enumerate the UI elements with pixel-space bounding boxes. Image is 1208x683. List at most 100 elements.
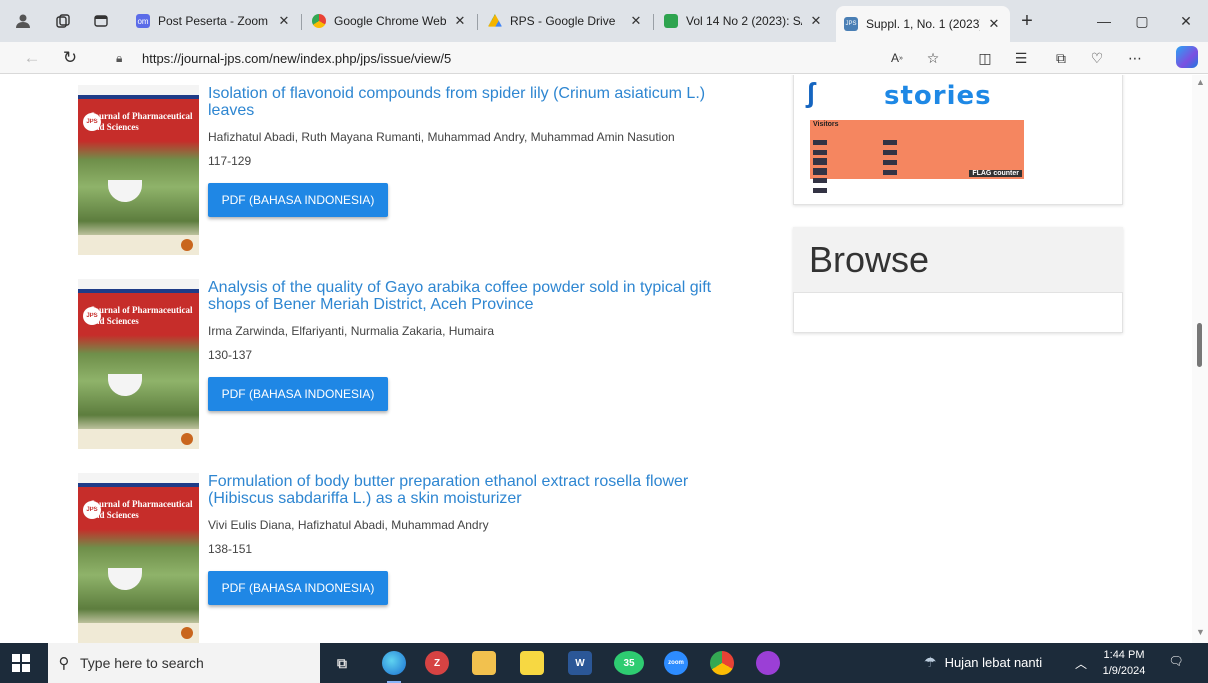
scroll-thumb[interactable] [1197,323,1202,367]
chevron-up-icon[interactable]: ︿ [1075,655,1087,672]
workspaces-icon[interactable] [52,10,74,32]
pdf-download-button[interactable]: PDF (BAHASA INDONESIA) [208,571,388,605]
wps-office-icon[interactable] [756,651,780,675]
tab-chrome-web-store[interactable]: Google Chrome Web Sto ✕ [304,6,476,36]
profile-icon[interactable] [12,10,34,32]
collections-icon[interactable]: ⧉ [1050,48,1072,68]
journal-stories-logo[interactable]: ʃ stories [806,75,1006,119]
windows-taskbar: ⚲ Type here to search ⧉ Z W 35 zoom ☂ Hu… [0,643,1208,683]
article-authors: Irma Zarwinda, Elfariyanti, Nurmalia Zak… [208,324,495,338]
restore-button[interactable]: ▢ [1130,10,1154,32]
close-tab-icon[interactable]: ✕ [986,16,1002,32]
journal-favicon-icon [664,14,678,28]
scroll-up-arrow-icon[interactable]: ▲ [1196,77,1205,87]
file-explorer-icon[interactable] [472,651,496,675]
pdf-download-button[interactable]: PDF (BAHASA INDONESIA) [208,183,388,217]
browse-header: Browse [793,227,1123,293]
back-button[interactable]: ← [20,47,44,69]
cover-journal-title: Journal of Pharmaceutical and Sciences [90,305,193,326]
article-item: JPS Journal of Pharmaceutical and Scienc… [78,279,758,459]
notification-icon[interactable]: 🗨︎ [1168,654,1184,670]
reload-button[interactable]: ↻ [58,47,82,69]
tab-title: Suppl. 1, No. 1 (2023) | [866,17,980,31]
flag-counter-widget[interactable]: Visitors FLAG counter [810,120,1024,193]
cover-journal-title: Journal of Pharmaceutical and Sciences [90,499,193,520]
search-icon: ⚲ [58,655,70,672]
read-aloud-icon[interactable]: A» [886,48,908,68]
split-screen-icon[interactable]: ◫ [974,48,996,68]
journal-cover-image[interactable]: JPS Journal of Pharmaceutical and Scienc… [78,279,199,449]
chrome-favicon-icon [312,14,326,28]
tab-title: Post Peserta - Zoom [158,14,269,28]
tab-zoom[interactable]: om Post Peserta - Zoom ✕ [128,6,300,36]
stories-logo-word: stories [884,81,992,111]
article-pages: 130-137 [208,348,253,362]
jps-favicon-icon: JPS [844,17,858,31]
journal-cover-image[interactable]: JPS Journal of Pharmaceutical and Scienc… [78,473,199,643]
article-item: JPS Journal of Pharmaceutical and Scienc… [78,473,758,643]
article-authors: Hafizhatul Abadi, Ruth Mayana Rumanti, M… [208,130,675,144]
article-title-link[interactable]: Isolation of flavonoid compounds from sp… [208,85,748,119]
flag-counter-header: Visitors [813,121,839,128]
close-tab-icon[interactable]: ✕ [452,13,468,29]
taskbar-search-box[interactable]: ⚲ Type here to search [48,643,320,683]
stories-hook-icon: ʃ [806,77,816,108]
tab-google-drive[interactable]: RPS - Google Drive ✕ [480,6,652,36]
tab-actions-icon[interactable] [90,10,112,32]
pdf-download-button[interactable]: PDF (BAHASA INDONESIA) [208,377,388,411]
article-pages: 138-151 [208,542,253,556]
browser-toolbar: ← ↻ 🔒︎ https://journal-jps.com/new/index… [0,42,1208,74]
windows-start-icon[interactable] [12,654,30,672]
close-tab-icon[interactable]: ✕ [276,13,292,29]
edge-icon[interactable] [382,651,406,675]
whatsapp-icon[interactable]: 35 [614,651,644,675]
zoom-icon[interactable]: zoom [664,651,688,675]
tab-suppl-1-active[interactable]: JPS Suppl. 1, No. 1 (2023) | ✕ [836,6,1010,42]
favorite-star-icon[interactable]: ☆ [922,48,944,68]
url-text: https://journal-jps.com/new/index.php/jp… [142,50,452,66]
close-tab-icon[interactable]: ✕ [628,13,644,29]
close-window-button[interactable]: ✕ [1174,10,1198,32]
minimize-button[interactable]: — [1092,10,1116,32]
weather-text: Hujan lebat nanti [944,655,1043,670]
rain-cloud-icon: ☂ [924,654,937,670]
flag-counter-brand: FLAG counter [969,170,1022,177]
drive-favicon-icon [488,14,502,27]
browser-tab-strip: om Post Peserta - Zoom ✕ Google Chrome W… [0,0,1208,42]
cover-journal-title: Journal of Pharmaceutical and Sciences [90,111,193,132]
scroll-down-arrow-icon[interactable]: ▼ [1196,627,1205,637]
lock-icon[interactable]: 🔒︎ [116,51,134,66]
tab-title: Vol 14 No 2 (2023): SAI [686,14,802,28]
article-authors: Vivi Eulis Diana, Hafizhatul Abadi, Muha… [208,518,489,532]
article-item: JPS Journal of Pharmaceutical and Scienc… [78,85,758,265]
favorites-list-icon[interactable]: ☰ [1010,48,1032,68]
tab-title: Google Chrome Web Sto [334,14,446,28]
clock-time: 1:44 PM [1103,649,1145,661]
tab-divider [477,14,478,30]
tab-divider [301,14,302,30]
task-view-icon[interactable]: ⧉ [330,651,354,675]
page-scrollbar[interactable]: ▲ ▼ [1192,75,1208,643]
browser-essentials-icon[interactable]: ♡ [1086,48,1108,68]
sticky-notes-icon[interactable] [520,651,544,675]
article-pages: 117-129 [208,154,252,168]
article-title-link[interactable]: Formulation of body butter preparation e… [208,473,748,507]
word-icon[interactable]: W [568,651,592,675]
new-tab-button[interactable]: + [1016,10,1038,32]
copilot-icon[interactable] [1176,46,1198,68]
article-title-link[interactable]: Analysis of the quality of Gayo arabika … [208,279,748,313]
tab-divider [653,14,654,30]
close-tab-icon[interactable]: ✕ [808,13,824,29]
zotero-icon[interactable]: Z [425,651,449,675]
address-bar[interactable]: 🔒︎ https://journal-jps.com/new/index.php… [116,45,886,71]
search-placeholder: Type here to search [80,655,204,671]
weather-widget[interactable]: ☂ Hujan lebat nanti [924,654,1042,671]
page-content: JPS Journal of Pharmaceutical and Scienc… [0,75,1208,643]
journal-cover-image[interactable]: JPS Journal of Pharmaceutical and Scienc… [78,85,199,255]
browse-title: Browse [809,239,930,280]
system-clock[interactable]: 1:44 PM 1/9/2024 [1098,647,1150,679]
tab-vol-14[interactable]: Vol 14 No 2 (2023): SAI ✕ [656,6,832,36]
whatsapp-badge: 35 [623,657,635,669]
chrome-icon[interactable] [710,651,734,675]
more-menu-icon[interactable]: ⋯ [1124,48,1146,68]
